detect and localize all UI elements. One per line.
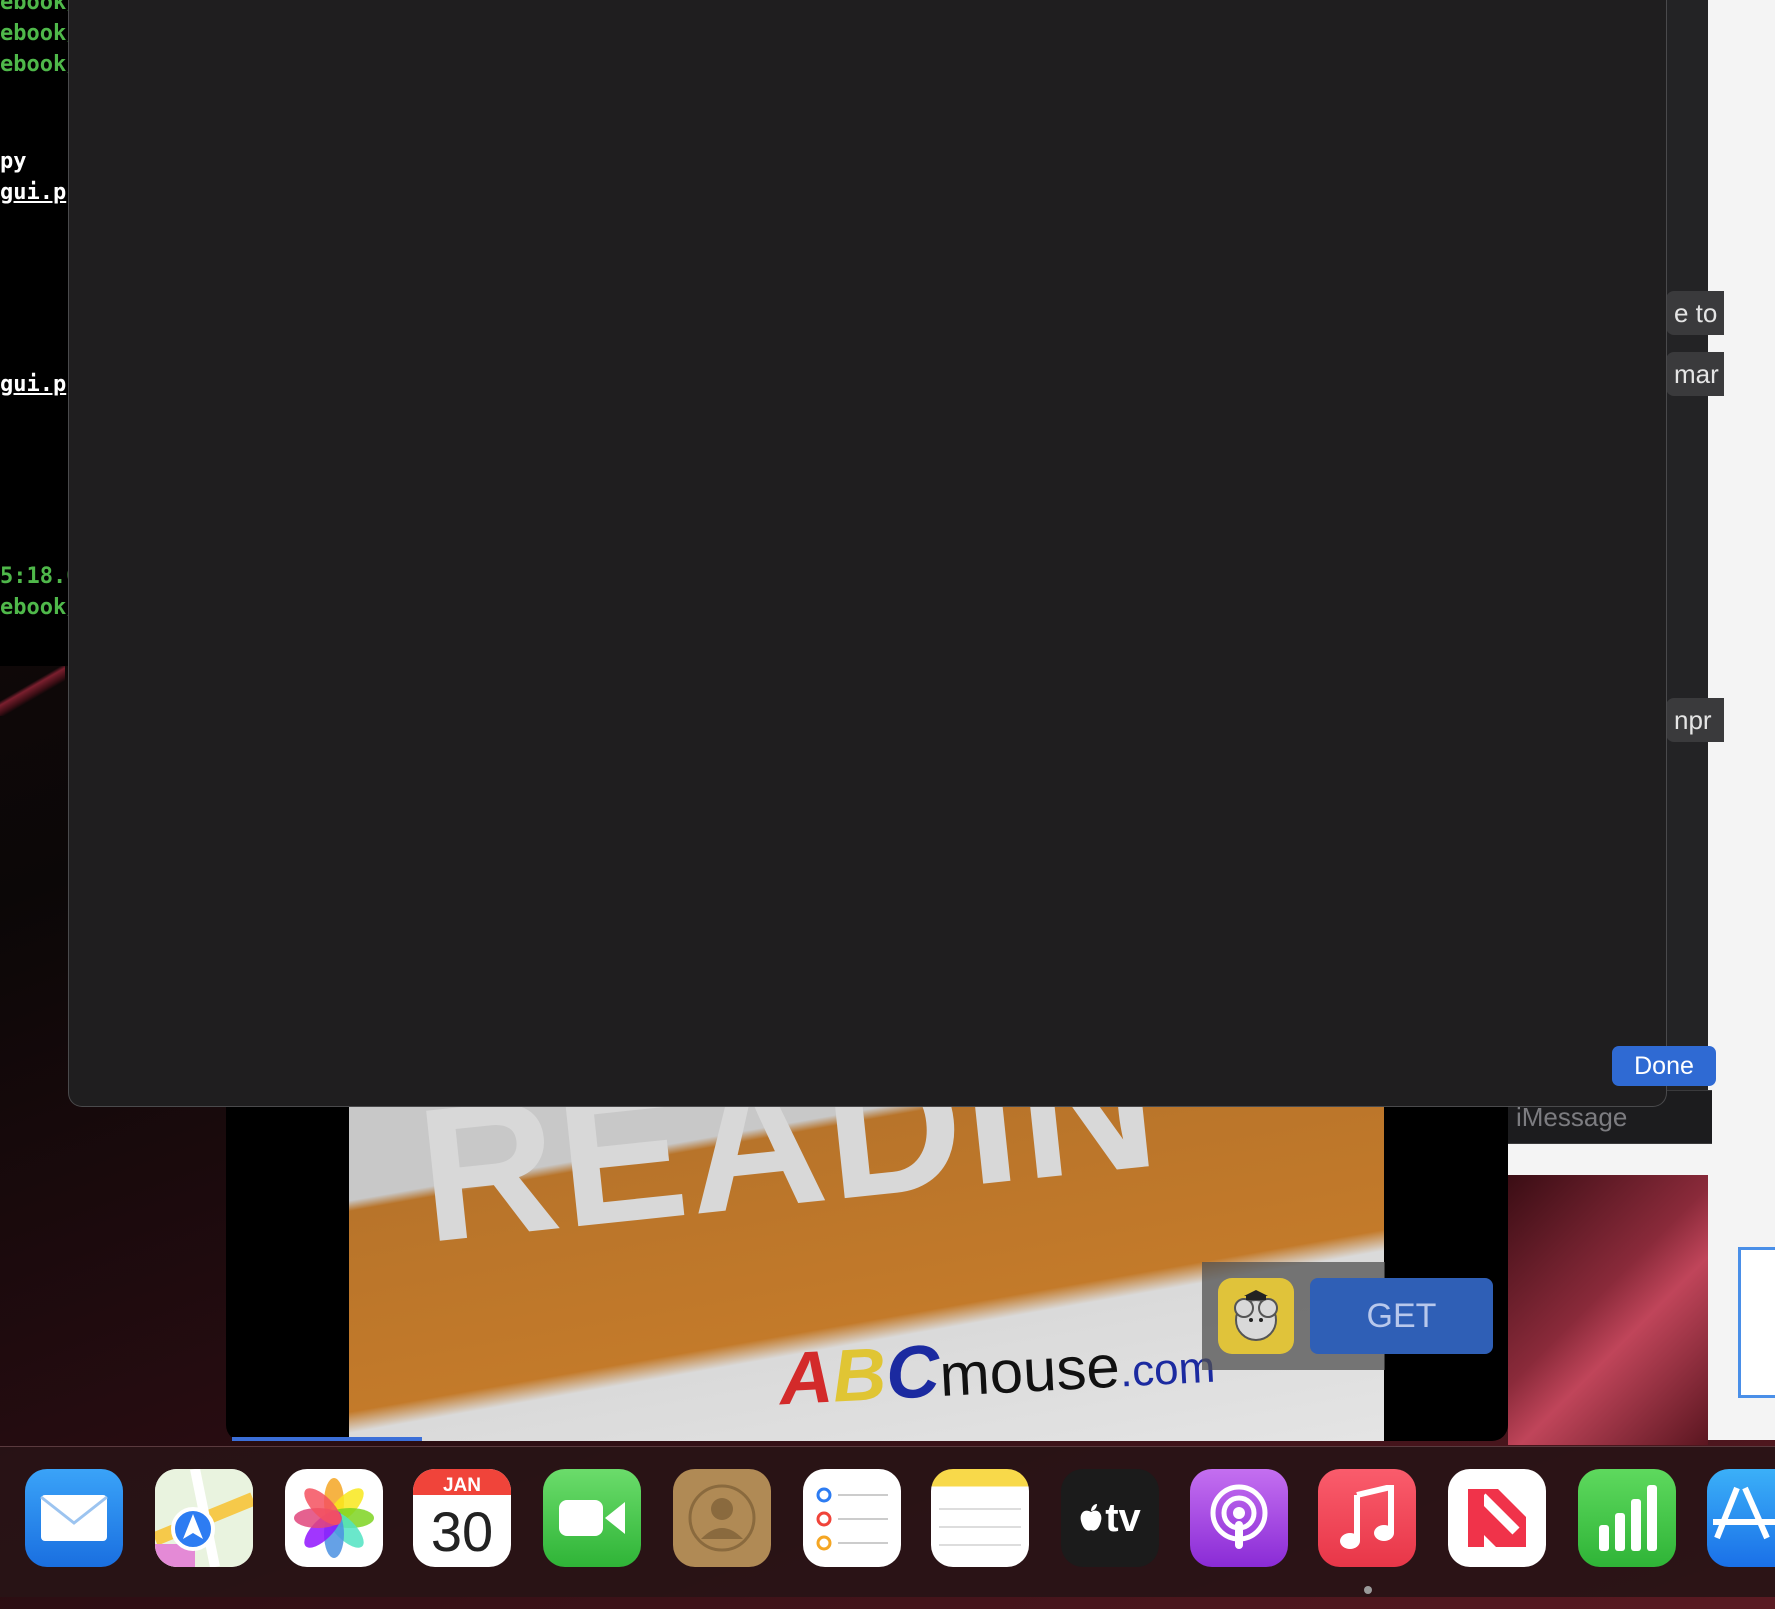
running-indicator [1364, 1586, 1372, 1594]
terminal-line: gui.p [0, 180, 67, 205]
done-button[interactable]: Done [1612, 1046, 1716, 1086]
get-app-button[interactable]: GET [1310, 1278, 1493, 1354]
appletv-label: tv [1105, 1495, 1141, 1540]
music-icon[interactable] [1318, 1469, 1416, 1567]
reminders-icon[interactable] [803, 1469, 901, 1567]
calendar-icon[interactable]: JAN 30 [413, 1469, 511, 1567]
app-ad-icon[interactable] [1218, 1278, 1294, 1354]
wallpaper-stripe [0, 666, 65, 716]
appletv-icon[interactable]: tv [1061, 1469, 1159, 1567]
message-bubble[interactable]: e to [1666, 291, 1724, 335]
message-bubble[interactable]: npr [1666, 698, 1724, 742]
logo-letter-c: C [883, 1329, 942, 1415]
message-bubble[interactable]: mar [1666, 352, 1724, 396]
logo-letter-b: B [830, 1331, 889, 1418]
calendar-day: 30 [430, 1500, 494, 1563]
logo-word: mouse [937, 1332, 1122, 1409]
numbers-icon[interactable] [1578, 1469, 1676, 1567]
terminal-line: gui.p [0, 372, 67, 397]
facetime-icon[interactable] [543, 1469, 641, 1567]
messages-conversation-area [1666, 0, 1708, 1090]
mail-icon[interactable] [25, 1469, 123, 1567]
video-headline: READIN [409, 1095, 1168, 1283]
maps-icon[interactable] [155, 1469, 253, 1567]
terminal-line: py [0, 149, 27, 174]
wallpaper-corner [1508, 1175, 1708, 1445]
contacts-icon[interactable] [673, 1469, 771, 1567]
video-progress-bar[interactable] [232, 1437, 422, 1441]
calendar-month: JAN [442, 1475, 481, 1496]
photos-icon[interactable] [285, 1469, 383, 1567]
modal-sheet: Done [68, 0, 1716, 1107]
notes-icon[interactable] [931, 1469, 1029, 1567]
selection-frame [1738, 1247, 1775, 1398]
logo-letter-a: A [777, 1334, 835, 1421]
podcasts-icon[interactable] [1190, 1469, 1288, 1567]
appstore-icon[interactable] [1707, 1469, 1775, 1567]
news-icon[interactable] [1448, 1469, 1546, 1567]
abcmouse-logo: ABCmouse.com [777, 1314, 1217, 1422]
